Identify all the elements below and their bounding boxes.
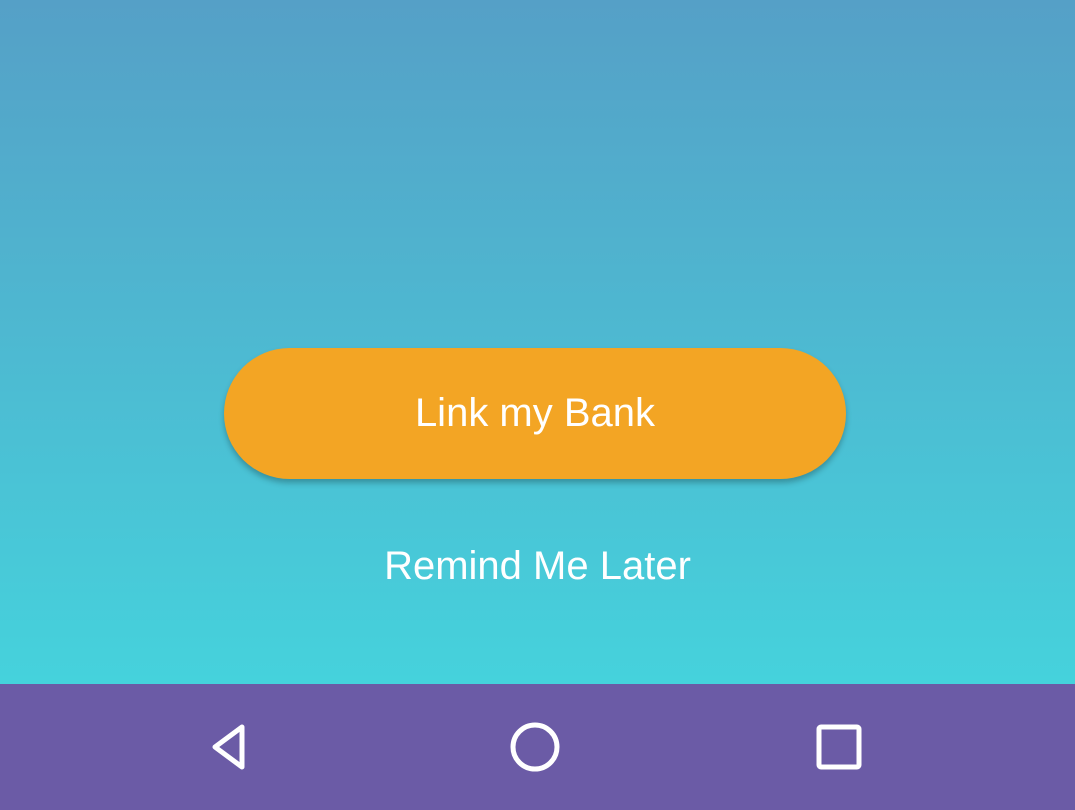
- link-my-bank-label: Link my Bank: [414, 391, 656, 435]
- remind-me-later-label: Remind Me Later: [384, 543, 691, 588]
- link-my-bank-button[interactable]: Link my Bank: [224, 348, 846, 479]
- main-content: Link my Bank Remind Me Later: [0, 0, 1075, 684]
- app-screen: Link my Bank Remind Me Later: [0, 0, 1075, 810]
- nav-recents-button[interactable]: [779, 684, 899, 810]
- nav-home-button[interactable]: [475, 684, 595, 810]
- remind-me-later-link[interactable]: Remind Me Later: [0, 538, 1075, 594]
- system-navigation-bar: [0, 684, 1075, 810]
- nav-back-button[interactable]: [172, 684, 292, 810]
- back-triangle-icon: [212, 724, 245, 770]
- home-circle-icon: [510, 722, 560, 772]
- recents-square-icon: [816, 724, 862, 770]
